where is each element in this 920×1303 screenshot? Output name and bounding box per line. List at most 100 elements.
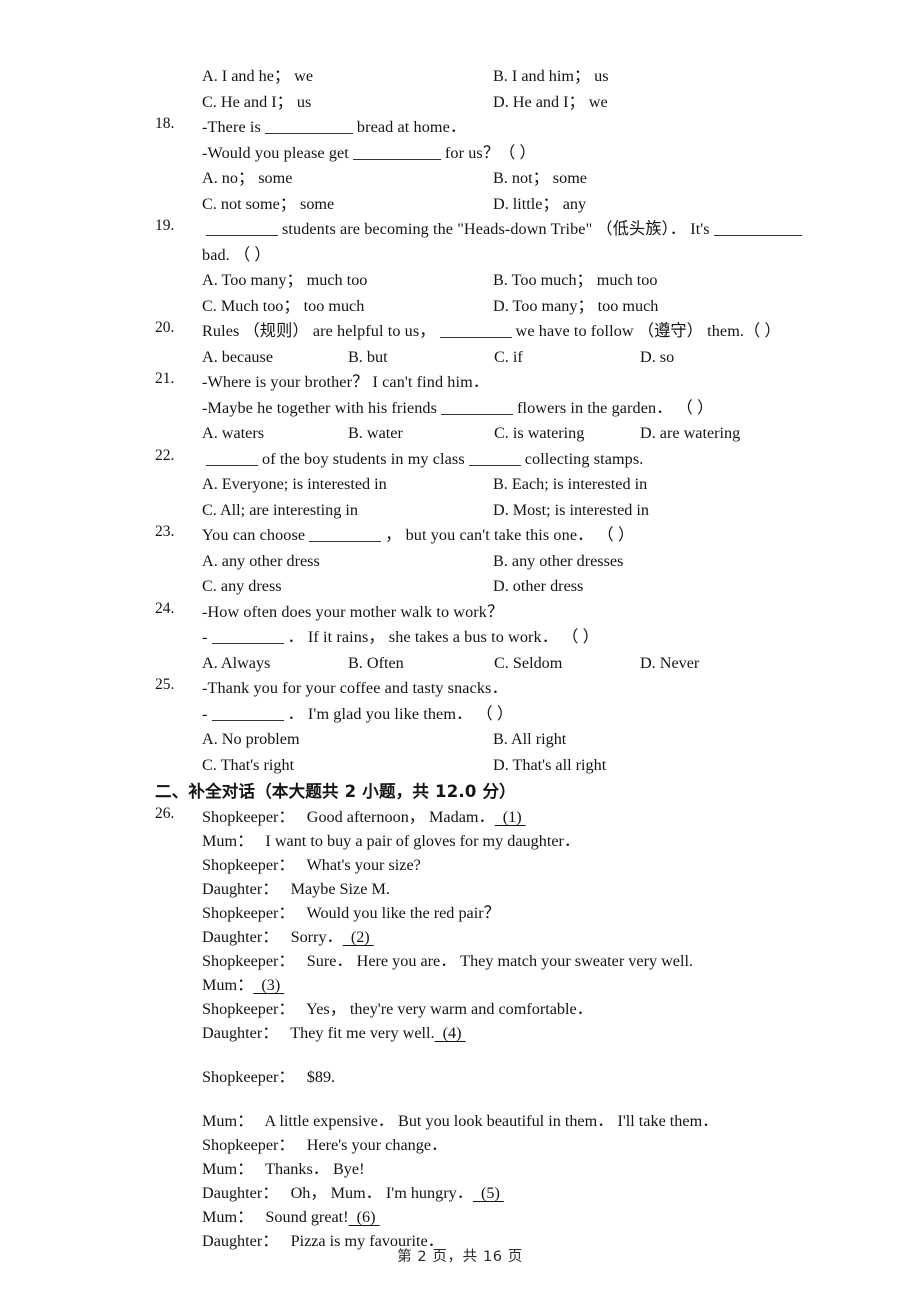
option-d[interactable]: D. Too many； too much	[493, 294, 658, 320]
answer-blank[interactable]	[468, 449, 521, 466]
option-a[interactable]: A. because	[202, 345, 348, 371]
stem-text: for us？（ ）	[444, 143, 536, 162]
question-21: 21. -Where is your brother？ I can't find…	[155, 370, 855, 447]
stem-text: -Thank you for your coffee and tasty sna…	[202, 679, 508, 697]
dialogue-text: Good afternoon， Madam．	[294, 808, 495, 826]
answer-blank[interactable]	[352, 143, 441, 160]
answer-blank[interactable]	[713, 220, 802, 236]
option-a[interactable]: A. Everyone; is interested in	[202, 472, 493, 498]
stem-text: we have to follow （遵守） them.（ ）	[515, 322, 781, 340]
option-b[interactable]: B. All right	[493, 727, 566, 753]
answer-blank[interactable]	[441, 398, 514, 415]
stem-text: flowers in the garden． （ ）	[517, 398, 714, 417]
option-b[interactable]: B. Often	[348, 651, 494, 677]
page-footer: 第 2 页，共 16 页	[397, 1249, 523, 1265]
dialogue-speaker: Daughter：	[202, 928, 279, 946]
option-d[interactable]: D. are watering	[640, 421, 740, 447]
dialogue-line: Mum： Thanks． Bye!	[155, 1157, 855, 1181]
option-a[interactable]: A. waters	[202, 421, 348, 447]
option-b[interactable]: B. but	[348, 345, 494, 371]
option-d[interactable]: D. Most; is interested in	[493, 498, 649, 524]
option-row: A. any other dress B. any other dresses	[202, 549, 855, 575]
dialogue-text: Maybe Size M.	[278, 880, 390, 898]
question-17-options: A. I and he； we B. I and him； us C. He an…	[155, 64, 855, 115]
dialogue-blank-marker[interactable]: (3)	[253, 976, 284, 994]
question-stem-line: -How often does your mother walk to work…	[202, 600, 855, 626]
option-a[interactable]: A. No problem	[202, 727, 493, 753]
option-a[interactable]: A. any other dress	[202, 549, 493, 575]
option-a[interactable]: A. no； some	[202, 166, 493, 192]
stem-text: collecting stamps.	[524, 449, 644, 468]
dialogue-speaker: Shopkeeper：	[202, 1000, 295, 1018]
question-stem-line: You can choose ， but you can't take this …	[202, 523, 855, 549]
option-row: A. Always B. Often C. Seldom D. Never	[202, 651, 855, 677]
dialogue-text: Would you like the red pair？	[294, 904, 500, 922]
question-25: 25. -Thank you for your coffee and tasty…	[155, 676, 855, 778]
option-c[interactable]: C. not some； some	[202, 192, 493, 218]
dialogue-speaker: Shopkeeper：	[202, 1068, 295, 1086]
question-23: 23. You can choose ， but you can't take t…	[155, 523, 855, 600]
stem-text: -There is	[202, 118, 261, 136]
option-a[interactable]: A. I and he； we	[202, 64, 493, 90]
question-number: 18.	[155, 115, 175, 132]
dialogue-blank-marker[interactable]: (1)	[495, 808, 526, 826]
answer-blank[interactable]	[211, 628, 284, 644]
answer-blank[interactable]	[206, 220, 278, 236]
option-b[interactable]: B. Each; is interested in	[493, 472, 647, 498]
dialogue-line: Shopkeeper： Would you like the red pair？	[155, 901, 855, 925]
option-d[interactable]: D. little； any	[493, 192, 586, 218]
question-number: 23.	[155, 523, 175, 540]
dialogue-line: Shopkeeper： Yes， they're very warm and c…	[155, 997, 855, 1021]
answer-blank[interactable]	[264, 118, 353, 134]
dialogue-speaker: Mum：	[202, 976, 254, 994]
stem-text: of the boy students in my class	[262, 449, 465, 468]
dialogue-speaker: Shopkeeper：	[202, 952, 295, 970]
dialogue-text: Sound great!	[253, 1208, 349, 1226]
option-a[interactable]: A. Too many； much too	[202, 268, 493, 294]
option-b[interactable]: B. I and him； us	[493, 64, 609, 90]
option-b[interactable]: B. any other dresses	[493, 549, 623, 575]
dialogue-blank-marker[interactable]: (4)	[435, 1024, 466, 1042]
dialogue-text: $89.	[294, 1068, 336, 1086]
option-c[interactable]: C. Seldom	[494, 651, 640, 677]
answer-blank[interactable]	[439, 322, 512, 338]
dialogue-line: Shopkeeper： Good afternoon， Madam． (1)	[155, 805, 855, 829]
dialogue-speaker: Shopkeeper：	[202, 808, 295, 826]
dialogue-blank-marker[interactable]: (5)	[473, 1184, 504, 1202]
option-b[interactable]: B. water	[348, 421, 494, 447]
question-number: 21.	[155, 370, 175, 387]
option-c[interactable]: C. Much too； too much	[202, 294, 493, 320]
option-row: C. not some； some D. little； any	[202, 192, 855, 218]
question-stem-line: - ． If it rains， she takes a bus to work．…	[202, 625, 855, 651]
dialogue-blank-marker[interactable]: (6)	[349, 1208, 380, 1226]
option-c[interactable]: C. That's right	[202, 753, 493, 779]
option-d[interactable]: D. other dress	[493, 574, 583, 600]
dialogue-speaker: Mum：	[202, 1112, 254, 1130]
option-c[interactable]: C. is watering	[494, 421, 640, 447]
dialogue-blank-marker[interactable]: (2)	[343, 928, 374, 946]
dialogue-text: Thanks． Bye!	[253, 1160, 365, 1178]
dialogue-text: They fit me very well.	[278, 1024, 435, 1042]
stem-text: -How often does your mother walk to work…	[202, 602, 504, 621]
option-d[interactable]: D. Never	[640, 651, 699, 677]
option-b[interactable]: B. not； some	[493, 166, 587, 192]
option-a[interactable]: A. Always	[202, 651, 348, 677]
option-row: A. Everyone; is interested in B. Each; is…	[202, 472, 855, 498]
dialogue-line: Shopkeeper： Here's your change．	[155, 1133, 855, 1157]
dialogue-speaker: Shopkeeper：	[202, 856, 295, 874]
option-c[interactable]: C. any dress	[202, 574, 493, 600]
option-c[interactable]: C. He and I； us	[202, 90, 493, 116]
option-d[interactable]: D. He and I； we	[493, 90, 608, 116]
stem-text: -	[202, 704, 208, 723]
answer-blank[interactable]	[206, 449, 258, 466]
answer-blank[interactable]	[211, 704, 284, 721]
option-c[interactable]: C. All; are interesting in	[202, 498, 493, 524]
option-b[interactable]: B. Too much； much too	[493, 268, 657, 294]
option-d[interactable]: D. so	[640, 345, 674, 371]
exam-page: A. I and he； we B. I and him； us C. He an…	[0, 0, 920, 1303]
dialogue-speaker: Daughter：	[202, 1024, 279, 1042]
answer-blank[interactable]	[309, 526, 382, 542]
option-row: A. I and he； we B. I and him； us	[202, 64, 855, 90]
option-c[interactable]: C. if	[494, 345, 640, 371]
option-d[interactable]: D. That's all right	[493, 753, 606, 779]
